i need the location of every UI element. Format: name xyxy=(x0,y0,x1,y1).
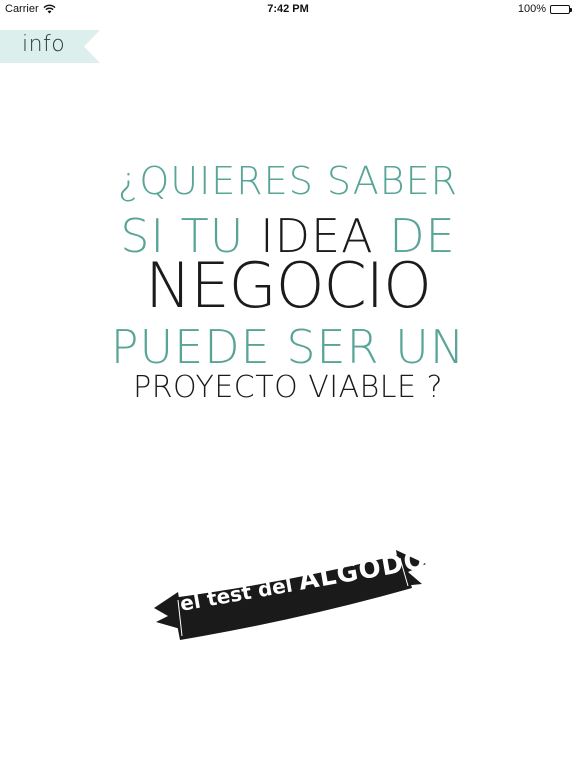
battery-percent: 100% xyxy=(517,3,546,15)
logo-ribbon: el test del ALGODON xyxy=(150,540,452,650)
status-bar: Carrier 7:42 PM 100% xyxy=(0,0,576,20)
headline-line-5: proyecto viable ? xyxy=(133,370,443,405)
battery-icon xyxy=(550,4,572,14)
status-right: 100% xyxy=(517,3,572,15)
info-label: info xyxy=(22,32,66,57)
headline-line-1: ¿Quieres saber xyxy=(117,159,459,203)
status-time: 7:42 PM xyxy=(267,3,309,15)
headline-line-4: puede ser un xyxy=(110,320,466,374)
info-button[interactable]: info xyxy=(0,30,100,63)
headline-line-3: negocio xyxy=(145,249,432,322)
